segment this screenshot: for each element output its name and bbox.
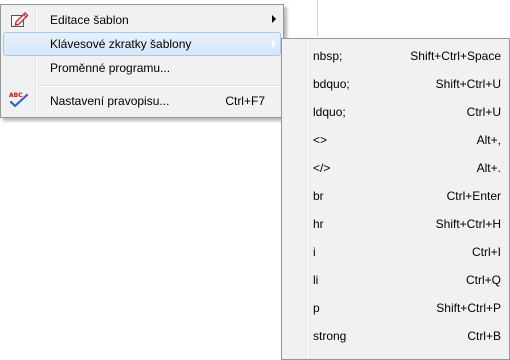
submenu-arrow-icon (272, 15, 276, 23)
shortcut-item-label: li (313, 273, 319, 287)
menu-item-label: Editace šablon (50, 13, 129, 27)
spellcheck-icon: ABC (8, 91, 29, 109)
menu-item-edit-templates[interactable]: Editace šablon (3, 8, 281, 32)
menu-item-shortcut: Ctrl+F7 (225, 94, 265, 108)
shortcut-item-label: bdquo; (313, 77, 350, 91)
shortcut-item-label: strong (313, 329, 347, 343)
menu-separator (37, 85, 280, 86)
shortcut-item-keys: Ctrl+I (471, 245, 501, 259)
menu-item-spellcheck-settings[interactable]: ABC Nastavení pravopisu... Ctrl+F7 (3, 89, 281, 113)
template-shortcuts-submenu: nbsp; Shift+Ctrl+Space bdquo; Shift+Ctrl… (281, 38, 510, 360)
shortcut-item-label: p (313, 301, 320, 315)
shortcut-item-label: i (313, 245, 316, 259)
shortcut-item-label: br (313, 189, 324, 203)
shortcut-item-i[interactable]: i Ctrl+I (284, 238, 507, 266)
shortcut-item-keys: Alt+, (476, 133, 501, 147)
shortcut-item-open-tags[interactable]: <> Alt+, (284, 126, 507, 154)
menu-item-label: Klávesové zkratky šablony (50, 37, 192, 51)
shortcut-item-keys: Shift+Ctrl+U (435, 77, 501, 91)
shortcut-item-label: </> (313, 161, 331, 175)
menu-item-label: Nastavení pravopisu... (50, 94, 170, 108)
submenu-arrow-icon (272, 40, 276, 48)
shortcut-item-li[interactable]: li Ctrl+Q (284, 266, 507, 294)
shortcut-item-nbsp[interactable]: nbsp; Shift+Ctrl+Space (284, 42, 507, 70)
shortcut-item-keys: Alt+. (476, 161, 501, 175)
shortcut-item-keys: Shift+Ctrl+Space (410, 49, 501, 63)
shortcut-item-close-tags[interactable]: </> Alt+. (284, 154, 507, 182)
menu-item-label: Proměnné programu... (50, 61, 171, 75)
menu-item-template-shortcuts[interactable]: Klávesové zkratky šablony (3, 32, 281, 56)
shortcut-item-keys: Ctrl+B (467, 329, 501, 343)
shortcut-item-keys: Shift+Ctrl+H (435, 217, 501, 231)
svg-text:ABC: ABC (9, 92, 23, 99)
shortcut-item-keys: Ctrl+Q (465, 273, 501, 287)
shortcut-item-label: ldquo; (313, 105, 346, 119)
menu-item-program-variables[interactable]: Proměnné programu... (3, 56, 281, 80)
shortcut-item-ldquo[interactable]: ldquo; Ctrl+U (284, 98, 507, 126)
shortcut-item-label: <> (313, 133, 328, 147)
edit-template-icon (10, 11, 30, 29)
shortcut-item-keys: Ctrl+U (466, 105, 501, 119)
shortcut-item-label: hr (313, 217, 324, 231)
shortcut-item-p[interactable]: p Shift+Ctrl+P (284, 294, 507, 322)
shortcut-item-strong[interactable]: strong Ctrl+B (284, 322, 507, 350)
shortcut-item-bdquo[interactable]: bdquo; Shift+Ctrl+U (284, 70, 507, 98)
shortcut-item-keys: Ctrl+Enter (446, 189, 501, 203)
shortcut-item-hr[interactable]: hr Shift+Ctrl+H (284, 210, 507, 238)
shortcut-item-br[interactable]: br Ctrl+Enter (284, 182, 507, 210)
background-divider (317, 0, 318, 36)
context-menu: Editace šablon Klávesové zkratky šablony… (0, 4, 284, 118)
shortcut-item-label: nbsp; (313, 49, 343, 63)
shortcut-item-keys: Shift+Ctrl+P (436, 301, 501, 315)
